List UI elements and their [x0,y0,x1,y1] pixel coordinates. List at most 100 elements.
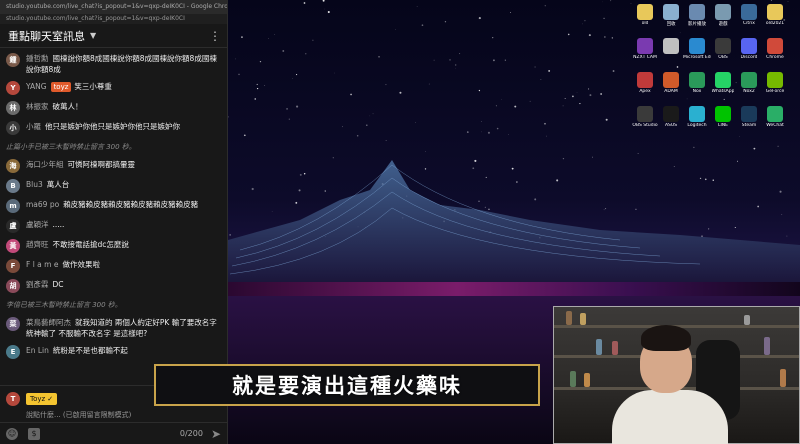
figurine [612,341,618,355]
shortcut-label: ADAM [664,89,678,94]
desktop-shortcut[interactable]: Steam [736,106,762,128]
shortcut-label: ASUS [664,123,678,128]
figurine [764,337,770,355]
system-message: 李倍已被三木暫時禁止留言 300 秒。 [6,301,122,309]
desktop-shortcut[interactable]: Nox [684,72,710,94]
desktop-shortcut[interactable]: Nox2 [736,72,762,94]
desktop-shortcut[interactable]: GeForce [762,72,788,94]
emoji-icon[interactable]: ☺ [6,427,18,440]
avatar[interactable]: F [6,259,20,273]
desktop-shortcut[interactable]: WeChat [762,106,788,128]
desktop-shortcut[interactable]: LINE [710,106,736,128]
app-icon [689,38,705,54]
desktop-shortcut[interactable]: Microsoft Edge [683,38,711,60]
message-author[interactable]: 小羅 [26,122,41,131]
desktop-shortcut[interactable]: WhatsApp [710,72,736,94]
message-text: 他只是嫉妒你他只是嫉妒你他只是嫉妒你 [45,122,180,131]
figurine [584,373,590,387]
shortcut-label: old [641,21,649,26]
shortcut-label: 回收 [666,22,676,27]
super-chat-icon[interactable]: $ [28,427,40,440]
message-author[interactable]: F l a m e [26,260,58,269]
message-author[interactable]: En Lin [26,346,49,355]
avatar[interactable]: 林 [6,101,20,115]
app-icon [715,4,731,20]
streamer-body [612,390,728,444]
app-icon [663,4,679,20]
more-options-icon[interactable]: ⋮ [209,29,221,43]
message-author[interactable]: YANG [26,82,47,91]
subtitle-text: 就是要演出這種火藥味 [232,374,462,398]
shortcut-label: WeChat [766,123,784,128]
avatar[interactable]: 小 [6,121,20,135]
character-counter: 0/200 [179,429,203,438]
chat-message: 林林振家 破萬人！ [0,98,227,118]
shortcut-label: old2021 [765,21,785,26]
message-author[interactable]: 菜鳥藝師阿杰 [26,318,71,327]
message-author[interactable]: 劉彥霖 [26,280,49,289]
message-author[interactable]: 趙齊旺 [26,240,49,249]
desktop-shortcut[interactable]: Chrome [762,38,788,60]
avatar[interactable]: Y [6,81,20,95]
avatar[interactable]: 胡 [6,279,20,293]
desktop-shortcut[interactable]: 回收 [658,4,684,27]
desktop-shortcut[interactable]: Citrix [736,4,762,26]
avatar[interactable]: 海 [6,159,20,173]
app-icon [637,38,653,54]
avatar[interactable]: B [6,179,20,193]
channel-owner-chip: Toyz ✓ [26,393,58,405]
app-icon [663,106,679,122]
chat-message: m ma69 po 賴皮豬賴皮豬賴皮豬賴皮豬賴皮豬賴皮豬 [0,196,227,216]
avatar[interactable]: 鍾 [6,53,20,67]
message-text: 統粉是不是也都輸不起 [52,346,128,355]
shortcut-label: Microsoft Edge [683,55,711,60]
avatar[interactable]: E [6,345,20,359]
desktop-screen: old 回收 影片播放 遊戲 Citrix old2021 NZXT CAM Microsof… [0,0,800,444]
message-author[interactable]: 鍾哲勳 [26,54,49,63]
avatar[interactable]: m [6,199,20,213]
shortcut-label: Citrix [743,21,755,26]
message-author[interactable]: Blu3 [26,180,43,189]
desktop-shortcut[interactable]: Discord [736,38,762,60]
address-bar[interactable]: studio.youtube.com/live_chat?is_popout=1… [0,14,227,24]
desktop-shortcut[interactable]: 遊戲 [710,4,736,27]
shortcut-label: Discord [740,55,758,60]
chat-message-list: 鍾鍾哲勳 國棟說你額8成國棟說你額8成國棟說你額8成國棟說你額8成 Y YANG toy… [0,48,227,385]
desktop-shortcut[interactable]: old [632,4,658,26]
message-text: 不敢接電話搶dc怎麼說 [52,240,129,249]
window-title-bar: studio.youtube.com/live_chat?is_popout=1… [0,0,227,14]
send-icon[interactable]: ➤ [211,427,221,441]
shortcut-label: OBS Studio [632,123,658,128]
chat-mode-title[interactable]: 重點聊天室訊息 [8,28,85,44]
desktop-shortcut[interactable]: ASUS [658,106,684,128]
desktop-shortcut[interactable]: OBS [710,38,736,60]
desktop-shortcut[interactable] [658,38,684,55]
message-author[interactable]: 盧穎洋 [26,220,49,229]
app-icon [767,72,783,88]
avatar[interactable]: 菜 [6,317,20,331]
desktop-icon-grid: old 回收 影片播放 遊戲 Citrix old2021 NZXT CAM Microsof… [630,0,800,300]
chevron-down-icon[interactable]: ▼ [90,31,96,40]
desktop-shortcut[interactable]: Logitech [684,106,710,128]
avatar[interactable]: 盧 [6,219,20,233]
desktop-shortcut[interactable]: old2021 [762,4,788,26]
message-text: ..... [52,220,65,229]
shortcut-label: Steam [741,123,757,128]
message-author[interactable]: 海口少年組 [26,160,64,169]
avatar[interactable]: 黃 [6,239,20,253]
app-icon [689,72,705,88]
message-author[interactable]: 林振家 [26,102,49,111]
chat-input-field[interactable]: 說點什麼... (已啟用留言限制模式) [26,410,221,420]
message-author[interactable]: ma69 po [26,200,59,209]
message-text: 做作效果啦 [62,260,100,269]
chat-message: F F l a m e 做作效果啦 [0,256,227,276]
desktop-shortcut[interactable]: Apex [632,72,658,94]
desktop-shortcut[interactable]: ADAM [658,72,684,94]
chat-message: E En Lin 統粉是不是也都輸不起 [0,342,227,362]
desktop-shortcut[interactable]: NZXT CAM [632,38,658,60]
desktop-shortcut[interactable]: OBS Studio [632,106,658,128]
figurine [570,371,576,387]
chat-footer: ☺ $ 0/200 ➤ [0,422,227,444]
desktop-shortcut[interactable]: 影片播放 [684,4,710,27]
message-text: 賴皮豬賴皮豬賴皮豬賴皮豬賴皮豬賴皮豬 [63,200,199,209]
